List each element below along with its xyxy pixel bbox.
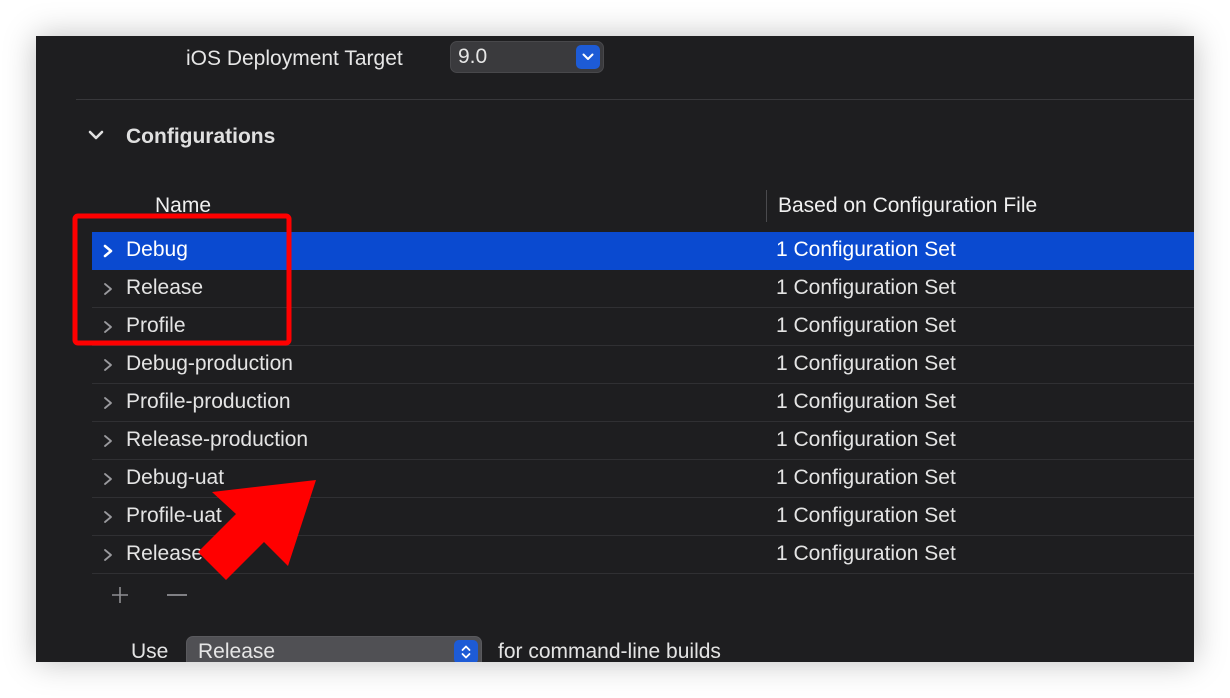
up-down-arrows-icon (454, 640, 478, 662)
column-header-name[interactable]: Name (155, 191, 211, 221)
configuration-based-on: 1 Configuration Set (776, 390, 956, 413)
section-title: Configurations (126, 125, 276, 148)
configuration-name: Release-production (126, 428, 309, 451)
configuration-based-on: 1 Configuration Set (776, 428, 956, 451)
deployment-target-popup[interactable]: 9.0 (450, 41, 604, 73)
table-row[interactable]: Debug-uat 1 Configuration Set (92, 460, 1194, 498)
chevron-right-icon[interactable] (102, 244, 114, 263)
configuration-based-on: 1 Configuration Set (776, 352, 956, 375)
minus-icon (167, 594, 187, 596)
column-divider[interactable] (766, 190, 767, 222)
configuration-name: Profile-uat (126, 504, 222, 527)
configuration-based-on: 1 Configuration Set (776, 542, 956, 565)
configuration-name: Debug-uat (126, 466, 225, 489)
plus-icon (112, 587, 128, 603)
configuration-based-on: 1 Configuration Set (776, 466, 956, 489)
remove-configuration-button[interactable] (164, 582, 190, 608)
configuration-based-on: 1 Configuration Set (776, 504, 956, 527)
deployment-target-value: 9.0 (458, 45, 488, 68)
configuration-name: Release (126, 276, 204, 299)
deployment-target-label: iOS Deployment Target (186, 47, 403, 70)
table-row[interactable]: Release 1 Configuration Set (92, 270, 1194, 308)
configuration-name: Debug (126, 238, 188, 261)
configuration-name: Profile-production (126, 390, 291, 413)
chevron-down-icon[interactable] (86, 128, 106, 147)
table-row[interactable]: Release-production 1 Configuration Set (92, 422, 1194, 460)
configuration-name: Profile (126, 314, 186, 337)
chevron-right-icon[interactable] (102, 510, 114, 529)
chevron-right-icon[interactable] (102, 320, 114, 339)
use-label: Use (131, 640, 169, 662)
table-row[interactable]: Profile 1 Configuration Set (92, 308, 1194, 346)
column-header-based-on[interactable]: Based on Configuration File (778, 191, 1037, 221)
configuration-based-on: 1 Configuration Set (776, 238, 956, 261)
chevron-right-icon[interactable] (102, 434, 114, 453)
command-line-config-value: Release (198, 640, 276, 662)
configuration-based-on: 1 Configuration Set (776, 276, 956, 299)
configuration-name: Release-uat (126, 542, 240, 565)
table-row[interactable]: Debug 1 Configuration Set (92, 232, 1194, 270)
table-row[interactable]: Profile-uat 1 Configuration Set (92, 498, 1194, 536)
chevron-down-icon (576, 45, 600, 69)
configuration-name: Debug-production (126, 352, 293, 375)
chevron-right-icon[interactable] (102, 548, 114, 567)
chevron-right-icon[interactable] (102, 396, 114, 415)
configurations-table: Debug 1 Configuration Set Release 1 Configu… (92, 232, 1194, 574)
table-row[interactable]: Debug-production 1 Configuration Set (92, 346, 1194, 384)
chevron-right-icon[interactable] (102, 358, 114, 377)
chevron-right-icon[interactable] (102, 282, 114, 301)
chevron-right-icon[interactable] (102, 472, 114, 491)
configuration-based-on: 1 Configuration Set (776, 314, 956, 337)
command-line-suffix: for command-line builds (498, 640, 721, 662)
table-row[interactable]: Profile-production 1 Configuration Set (92, 384, 1194, 422)
configurations-section-header[interactable]: Configurations (86, 122, 275, 152)
section-divider (76, 99, 1194, 100)
table-row[interactable]: Release-uat 1 Configuration Set (92, 536, 1194, 574)
add-configuration-button[interactable] (107, 582, 133, 608)
command-line-config-popup[interactable]: Release (186, 636, 482, 662)
project-settings-window: iOS Deployment Target 9.0 Configurations… (36, 36, 1194, 662)
